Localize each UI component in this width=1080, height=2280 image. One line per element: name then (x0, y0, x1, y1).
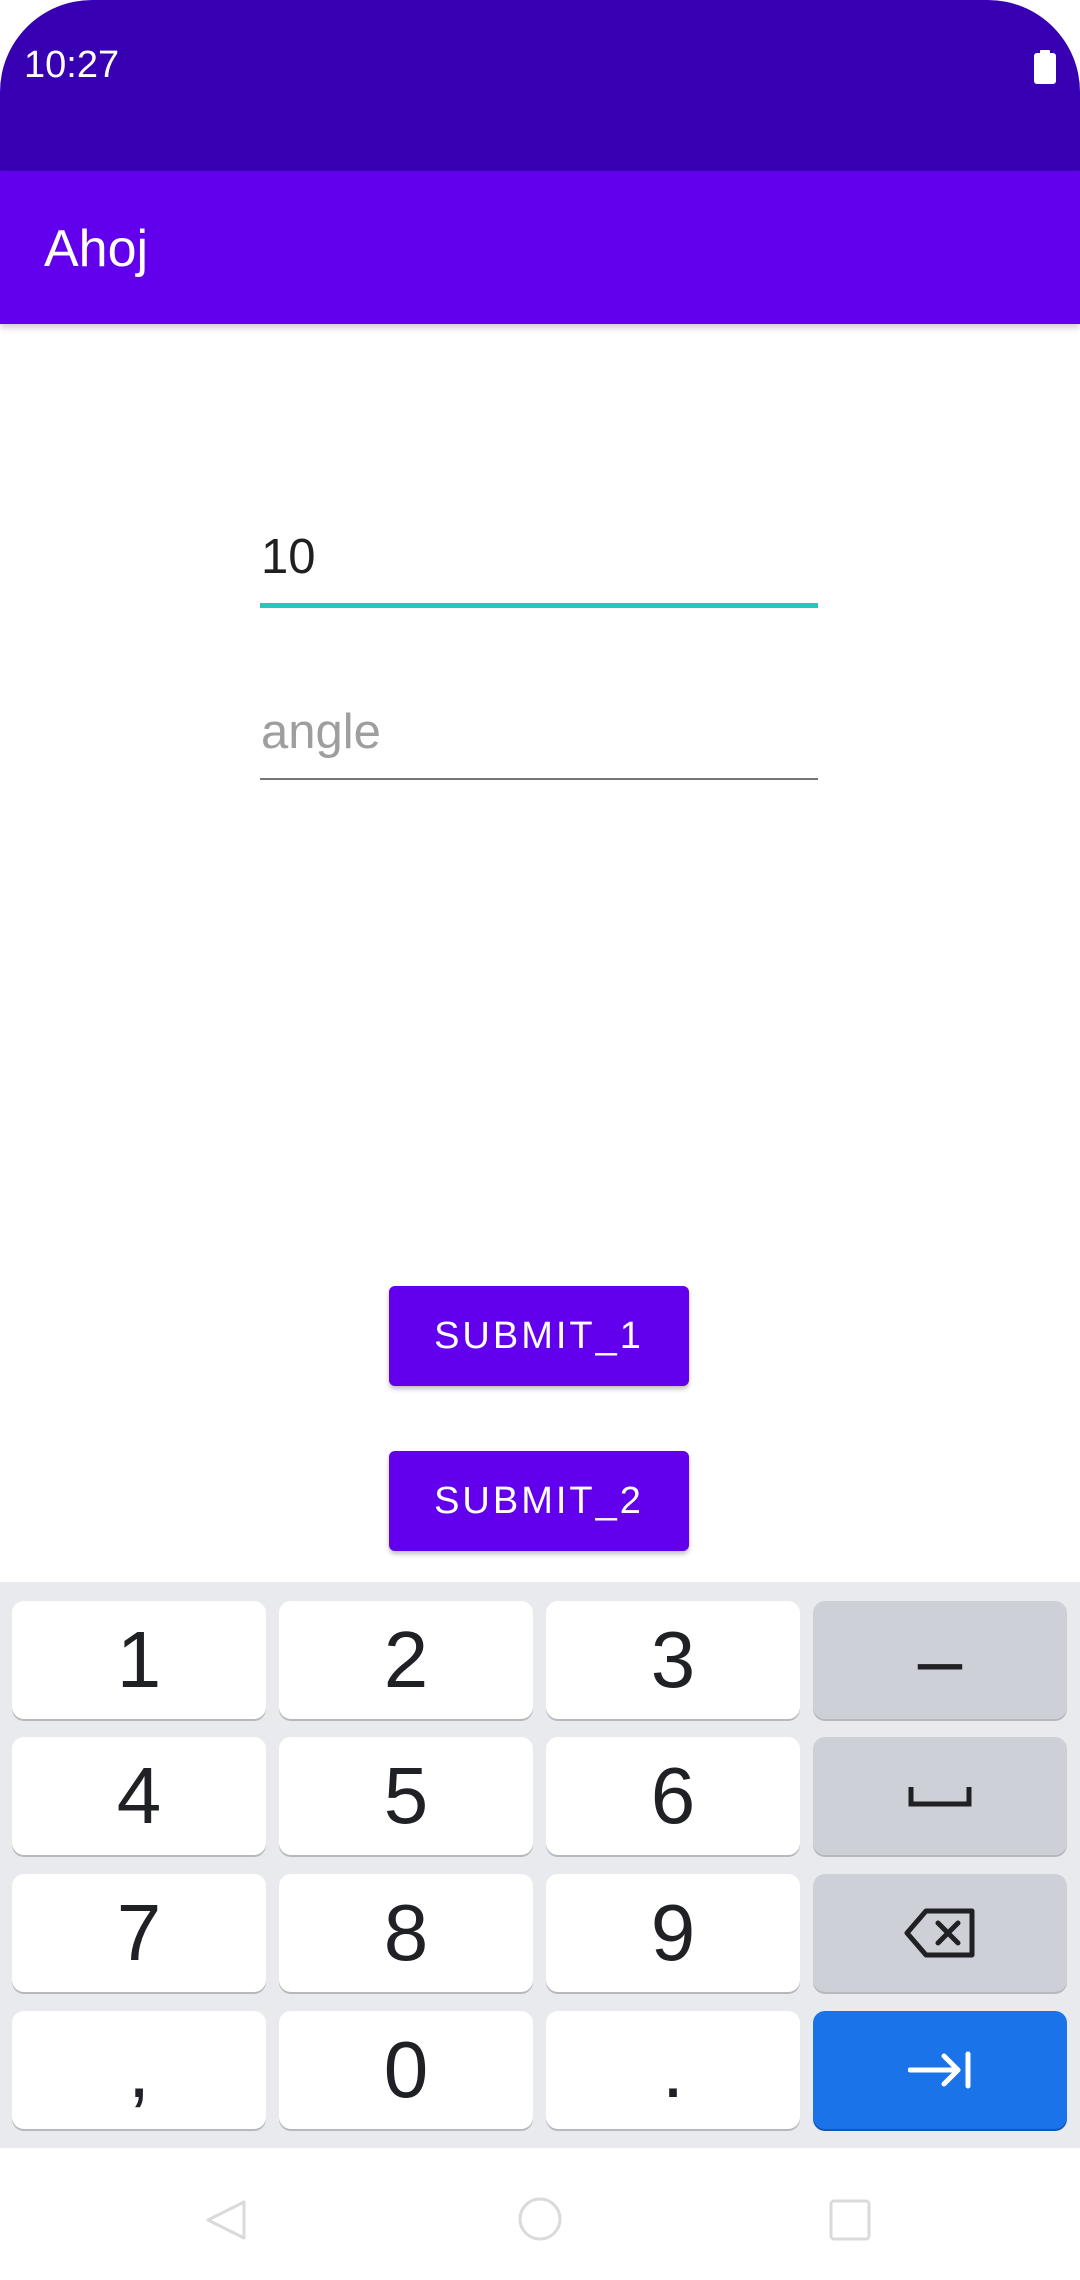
key-next[interactable] (813, 2011, 1067, 2129)
key-7[interactable]: 7 (12, 1874, 266, 1992)
angle-field-placeholder[interactable]: angle (260, 702, 818, 762)
numeric-keyboard: 1 2 3 – 4 5 6 7 8 9 , 0 . (0, 1582, 1080, 2148)
angle-field-underline (260, 778, 818, 780)
key-6[interactable]: 6 (546, 1737, 800, 1855)
tab-arrow-icon (908, 2051, 971, 2089)
value-field-underline (260, 603, 818, 608)
key-5[interactable]: 5 (279, 1737, 533, 1855)
key-space[interactable] (813, 1737, 1067, 1855)
submit-1-button[interactable]: SUBMIT_1 (389, 1286, 689, 1386)
key-4[interactable]: 4 (12, 1737, 266, 1855)
space-icon (908, 1787, 972, 1807)
value-field-text[interactable]: 10 (260, 527, 818, 587)
back-icon[interactable] (204, 2198, 248, 2242)
key-comma[interactable]: , (12, 2011, 266, 2129)
status-bar: 10:27 (0, 0, 1080, 171)
key-period[interactable]: . (546, 2011, 800, 2129)
battery-icon (1034, 50, 1056, 84)
recents-icon[interactable] (828, 2198, 872, 2242)
app-bar: Ahoj (0, 171, 1080, 324)
navigation-bar (0, 2148, 1080, 2280)
key-minus[interactable]: – (813, 1601, 1067, 1719)
status-time: 10:27 (24, 44, 120, 86)
app-title: Ahoj (44, 220, 149, 278)
backspace-icon (904, 1908, 975, 1958)
screen: 10:27 Ahoj 10 angle SUBMIT_1 SUBMIT_2 1 … (0, 0, 1080, 2280)
value-field[interactable]: 10 (260, 527, 818, 608)
key-0[interactable]: 0 (279, 2011, 533, 2129)
key-1[interactable]: 1 (12, 1601, 266, 1719)
submit-2-button[interactable]: SUBMIT_2 (389, 1451, 689, 1551)
key-9[interactable]: 9 (546, 1874, 800, 1992)
key-8[interactable]: 8 (279, 1874, 533, 1992)
key-backspace[interactable] (813, 1874, 1067, 1992)
angle-field[interactable]: angle (260, 702, 818, 780)
home-icon[interactable] (517, 2196, 563, 2242)
key-2[interactable]: 2 (279, 1601, 533, 1719)
key-3[interactable]: 3 (546, 1601, 800, 1719)
